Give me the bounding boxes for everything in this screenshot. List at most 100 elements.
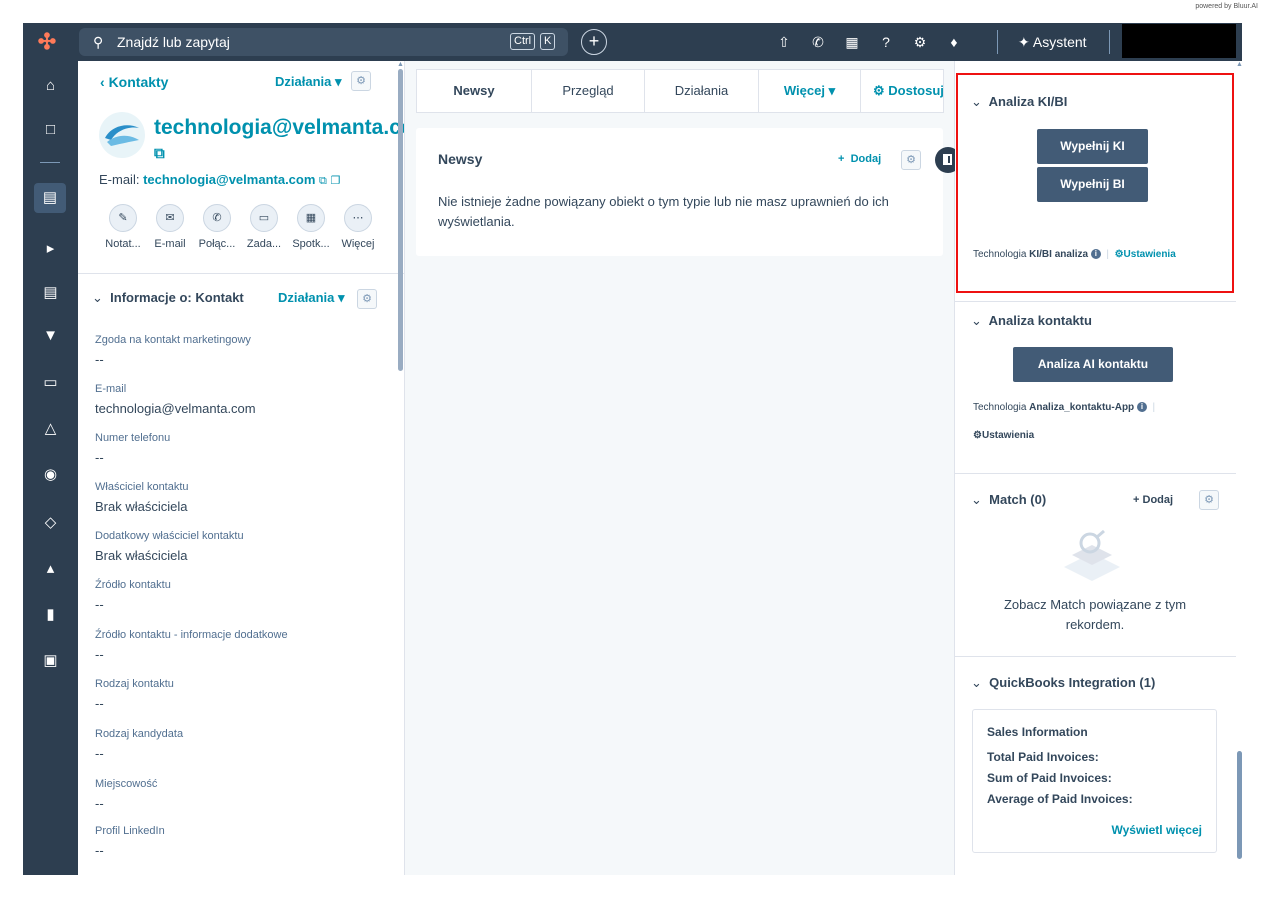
- property-field[interactable]: Profil LinkedIn --: [95, 825, 385, 858]
- tab-dostosuj[interactable]: ⚙ Dostosuj: [861, 70, 945, 112]
- nav-divider: [40, 162, 60, 163]
- info-section-toggle[interactable]: ⌄ Informacje o: Kontakt: [92, 290, 244, 306]
- left-panel-scrollbar[interactable]: ▲: [397, 61, 405, 875]
- property-field[interactable]: Źródło kontaktu - informacje dodatkowe -…: [95, 629, 385, 662]
- sales-info-heading: Sales Information: [987, 725, 1088, 739]
- contact-title[interactable]: technologia@velmanta.com ⧉: [154, 116, 404, 166]
- property-label: Rodzaj kontaktu: [95, 678, 174, 690]
- commerce-wallet-icon[interactable]: ▭: [23, 373, 78, 391]
- divider: [955, 301, 1236, 302]
- bookmark-icon[interactable]: □: [23, 121, 78, 138]
- sales-icon[interactable]: ▼: [23, 327, 78, 344]
- external-link-icon[interactable]: ⧉: [319, 175, 327, 187]
- help-icon[interactable]: ?: [877, 33, 895, 51]
- quickbooks-section-title: QuickBooks Integration (1): [989, 675, 1156, 690]
- info-actions-dropdown[interactable]: Działania ▾: [278, 290, 345, 306]
- property-value: --: [95, 843, 104, 858]
- match-settings-gear-icon[interactable]: ⚙: [1199, 490, 1219, 510]
- news-add-button[interactable]: + Dodaj: [838, 153, 881, 165]
- scroll-up-arrow-icon[interactable]: ▲: [397, 61, 404, 68]
- property-field[interactable]: E-mail technologia@velmanta.com: [95, 383, 385, 416]
- notifications-bell-icon[interactable]: ♦: [945, 33, 963, 51]
- settings-gear-icon[interactable]: ⚙: [911, 33, 929, 51]
- hierarchy-icon[interactable]: ▴: [23, 559, 78, 577]
- meeting-action[interactable]: ▦ Spotk...: [286, 204, 336, 250]
- news-settings-gear-icon[interactable]: ⚙: [901, 150, 921, 170]
- back-label: Kontakty: [108, 74, 169, 90]
- contacts-icon[interactable]: ▤: [34, 183, 66, 213]
- property-value: --: [95, 597, 104, 612]
- upgrade-icon[interactable]: ⇧: [775, 33, 793, 51]
- tab-wiecej[interactable]: Więcej ▾: [759, 70, 861, 112]
- property-label: Właściciel kontaktu: [95, 481, 189, 493]
- task-action[interactable]: ▭ Zada...: [239, 204, 289, 250]
- property-field[interactable]: Zgoda na kontakt marketingowy --: [95, 334, 385, 367]
- task-icon: ▭: [250, 204, 278, 232]
- property-field[interactable]: Właściciel kontaktu Brak właściciela: [95, 481, 385, 514]
- property-field[interactable]: Źródło kontaktu --: [95, 579, 385, 612]
- contact-actions-dropdown[interactable]: Działania ▾: [275, 74, 342, 90]
- tab-newsy[interactable]: Newsy: [417, 70, 532, 112]
- tab-przeglad[interactable]: Przegląd: [532, 70, 645, 112]
- settings-label: Ustawienia: [981, 430, 1035, 441]
- hubspot-logo-icon[interactable]: ✣: [35, 30, 59, 54]
- left-navigation: ⌂ □ ▤ ▸ ▤ ▼ ▭ △ ◉ ◇ ▴ ▮ ▣: [23, 61, 78, 875]
- marketing-megaphone-icon[interactable]: ▸: [23, 239, 78, 257]
- right-sidebar-scrollbar[interactable]: ▲: [1236, 61, 1244, 875]
- contact-email-link[interactable]: technologia@velmanta.com: [143, 172, 315, 187]
- property-field[interactable]: Miejscowość --: [95, 778, 385, 811]
- show-more-link[interactable]: Wyświetl więcej: [1112, 823, 1203, 837]
- info-settings-gear-icon[interactable]: ⚙: [357, 289, 377, 309]
- call-label: Połąc...: [198, 238, 236, 250]
- scrollbar-thumb[interactable]: [1237, 751, 1242, 859]
- powered-by-label: powered by Bluur.AI: [1195, 3, 1258, 10]
- scroll-up-arrow-icon[interactable]: ▲: [1236, 61, 1243, 68]
- property-field[interactable]: Rodzaj kontaktu --: [95, 678, 385, 711]
- contact-settings-gear-icon[interactable]: ⚙: [351, 71, 371, 91]
- quickbooks-card: Sales Information Total Paid Invoices: S…: [972, 709, 1217, 853]
- back-to-contacts-link[interactable]: ‹ Kontakty: [100, 74, 168, 90]
- service-bell-icon[interactable]: △: [23, 419, 78, 437]
- create-plus-button[interactable]: +: [581, 29, 607, 55]
- property-field[interactable]: Dodatkowy właściciel kontaktu Brak właśc…: [95, 530, 385, 563]
- note-action[interactable]: ✎ Notat...: [98, 204, 148, 250]
- assistant-button[interactable]: ✦ Asystent: [1018, 23, 1087, 61]
- developer-code-icon[interactable]: ▣: [23, 651, 78, 669]
- tech-prefix: Technologia: [973, 402, 1027, 413]
- meeting-label: Spotk...: [292, 238, 330, 250]
- match-section-title: Match (0): [989, 492, 1047, 507]
- call-action[interactable]: ✆ Połąc...: [192, 204, 242, 250]
- match-section-toggle[interactable]: ⌄ Match (0): [971, 492, 1046, 508]
- scrollbar-thumb[interactable]: [398, 69, 403, 371]
- email-action[interactable]: ✉ E-mail: [145, 204, 195, 250]
- contact-analysis-toggle[interactable]: ⌄ Analiza kontaktu: [971, 313, 1092, 329]
- property-field[interactable]: Numer telefonu --: [95, 432, 385, 465]
- marketplace-icon[interactable]: ▦: [843, 33, 861, 51]
- info-icon[interactable]: i: [1136, 402, 1147, 412]
- phone-icon[interactable]: ✆: [809, 33, 827, 51]
- property-field[interactable]: Rodzaj kandydata --: [95, 728, 385, 761]
- content-icon[interactable]: ▤: [23, 283, 78, 301]
- main-content: Newsy Przegląd Działania Więcej ▾ ⚙ Dost…: [405, 61, 961, 875]
- match-add-button[interactable]: + Dodaj: [1133, 494, 1173, 506]
- more-action[interactable]: ⋯ Więcej: [333, 204, 383, 250]
- contact-app-name: Analiza_kontaktu-App: [1029, 402, 1135, 413]
- copy-icon[interactable]: ❐: [331, 175, 341, 187]
- search-bar[interactable]: ⚲ Znajdź lub zapytaj Ctrl K: [79, 28, 568, 56]
- quickbooks-section-toggle[interactable]: ⌄ QuickBooks Integration (1): [971, 675, 1155, 691]
- contact-tech-row: Technologia Analiza_kontaktu-App i |: [973, 402, 1155, 413]
- tab-dzialania[interactable]: Działania: [645, 70, 759, 112]
- external-link-icon[interactable]: ⧉: [154, 145, 165, 162]
- reporting-chart-icon[interactable]: ▮: [23, 605, 78, 623]
- property-label: Profil LinkedIn: [95, 825, 165, 837]
- ai-contact-analysis-button[interactable]: Analiza AI kontaktu: [1013, 347, 1173, 382]
- kbd-ctrl: Ctrl: [510, 33, 536, 50]
- account-menu-redacted[interactable]: [1122, 24, 1236, 58]
- property-label: Numer telefonu: [95, 432, 171, 444]
- chevron-down-icon: ⌄: [971, 675, 982, 690]
- home-icon[interactable]: ⌂: [23, 77, 78, 94]
- data-database-icon[interactable]: ◉: [23, 465, 78, 483]
- automation-diamond-icon[interactable]: ◇: [23, 513, 78, 531]
- record-tabs: Newsy Przegląd Działania Więcej ▾ ⚙ Dost…: [416, 69, 944, 113]
- contact-settings-link[interactable]: ⚙Ustawienia: [973, 430, 1034, 441]
